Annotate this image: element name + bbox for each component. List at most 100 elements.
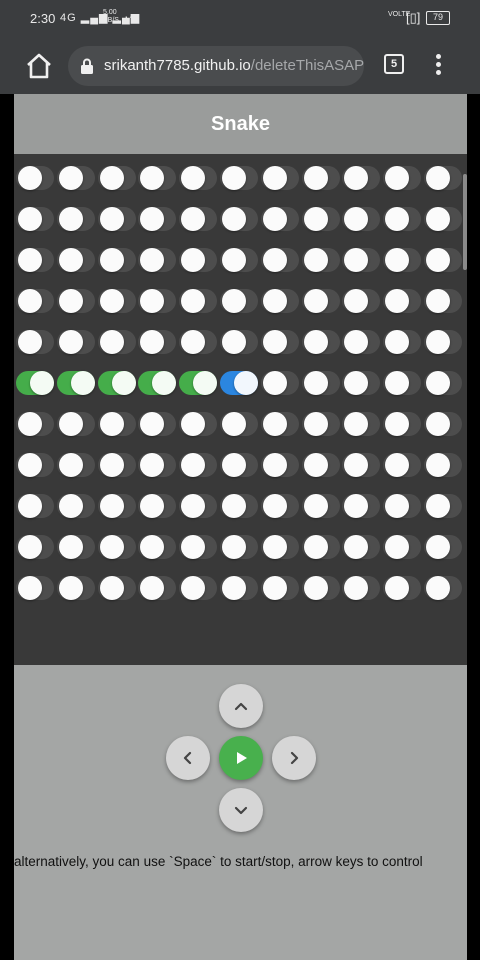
- board-cell: [301, 330, 340, 354]
- toggle-knob: [99, 248, 124, 272]
- toggle-knob: [99, 494, 124, 518]
- play-button[interactable]: [219, 736, 263, 780]
- board-cell: [179, 576, 218, 600]
- board-cell: [16, 289, 54, 313]
- board-cell: [56, 576, 95, 600]
- toggle-knob: [181, 453, 206, 477]
- board-cell: [424, 248, 462, 272]
- toggle-knob: [426, 371, 450, 395]
- toggle-knob: [426, 576, 450, 600]
- board-cell: [138, 453, 177, 477]
- board-cell: [424, 412, 462, 436]
- url-host: srikanth7785.github.io: [104, 57, 251, 74]
- network-speed: 5.00 KB/S: [103, 9, 119, 25]
- snake-body-segment: [16, 371, 54, 395]
- board-cell: [138, 166, 177, 190]
- board-cell: [301, 494, 340, 518]
- board-cell: [138, 289, 177, 313]
- toggle-knob: [70, 371, 95, 395]
- board-row: [14, 166, 467, 196]
- toggle-knob: [303, 453, 328, 477]
- board-cell: [424, 289, 462, 313]
- toggle-knob: [344, 371, 369, 395]
- toggle-knob: [99, 207, 124, 231]
- board-cell: [16, 576, 54, 600]
- board-cell: [97, 412, 136, 436]
- board-cell: [220, 576, 258, 600]
- toggle-knob: [58, 412, 83, 436]
- board-cell: [16, 330, 54, 354]
- board-cell: [138, 412, 177, 436]
- toggle-knob: [426, 453, 450, 477]
- board-cell: [220, 330, 258, 354]
- board-cell: [16, 535, 54, 559]
- toggle-knob: [18, 248, 42, 272]
- toggle-knob: [181, 412, 206, 436]
- toggle-knob: [58, 576, 83, 600]
- toggle-knob: [344, 535, 369, 559]
- board-cell: [424, 330, 462, 354]
- board-cell: [56, 248, 95, 272]
- board-row: [14, 412, 467, 442]
- toggle-knob: [18, 576, 42, 600]
- board-cell: [301, 453, 340, 477]
- board-row: [14, 248, 467, 278]
- toggle-knob: [222, 412, 246, 436]
- toggle-knob: [58, 289, 83, 313]
- url-text: srikanth7785.github.io/deleteThisASAP: [104, 57, 364, 74]
- board-cell: [260, 166, 299, 190]
- toggle-knob: [262, 412, 287, 436]
- toggle-knob: [262, 289, 287, 313]
- toggle-knob: [222, 494, 246, 518]
- tab-switcher-button[interactable]: 5: [384, 54, 404, 74]
- board-cell: [260, 412, 299, 436]
- toggle-knob: [385, 207, 410, 231]
- home-button[interactable]: [24, 52, 54, 80]
- toggle-knob: [262, 576, 287, 600]
- toggle-knob: [58, 494, 83, 518]
- toggle-knob: [222, 207, 246, 231]
- right-button[interactable]: [272, 736, 316, 780]
- toggle-knob: [140, 207, 165, 231]
- board-cell: [342, 371, 381, 395]
- up-button[interactable]: [219, 684, 263, 728]
- board-cell: [342, 535, 381, 559]
- toggle-knob: [18, 494, 42, 518]
- board-cell: [301, 371, 340, 395]
- menu-dot: [435, 70, 441, 75]
- toggle-knob: [140, 576, 165, 600]
- board-cell: [179, 494, 218, 518]
- left-button[interactable]: [166, 736, 210, 780]
- board-cell: [260, 289, 299, 313]
- network-speed-unit: KB/S: [103, 17, 119, 24]
- toggle-knob: [140, 289, 165, 313]
- toggle-knob: [385, 289, 410, 313]
- board-cell: [179, 535, 218, 559]
- address-bar[interactable]: srikanth7785.github.io/deleteThisASAP: [68, 46, 364, 86]
- board-cell: [301, 535, 340, 559]
- board-cell: [424, 207, 462, 231]
- board-cell: [383, 576, 422, 600]
- board-cell: [342, 412, 381, 436]
- board-cell: [97, 453, 136, 477]
- toggle-knob: [222, 248, 246, 272]
- board-cell: [260, 494, 299, 518]
- board-cell: [97, 207, 136, 231]
- board-cell: [97, 535, 136, 559]
- vibrate-icon: [▯]: [406, 10, 421, 25]
- overflow-menu-button[interactable]: [428, 52, 448, 80]
- toggle-knob: [99, 289, 124, 313]
- toggle-knob: [385, 453, 410, 477]
- snake-body-segment: [97, 371, 136, 395]
- toggle-knob: [140, 166, 165, 190]
- toggle-knob: [303, 494, 328, 518]
- toggle-knob: [222, 535, 246, 559]
- toggle-knob: [262, 330, 287, 354]
- board-cell: [342, 248, 381, 272]
- board-cell: [56, 494, 95, 518]
- board-cell: [138, 248, 177, 272]
- down-button[interactable]: [219, 788, 263, 832]
- toggle-knob: [18, 412, 42, 436]
- board-cell: [179, 207, 218, 231]
- toggle-knob: [181, 535, 206, 559]
